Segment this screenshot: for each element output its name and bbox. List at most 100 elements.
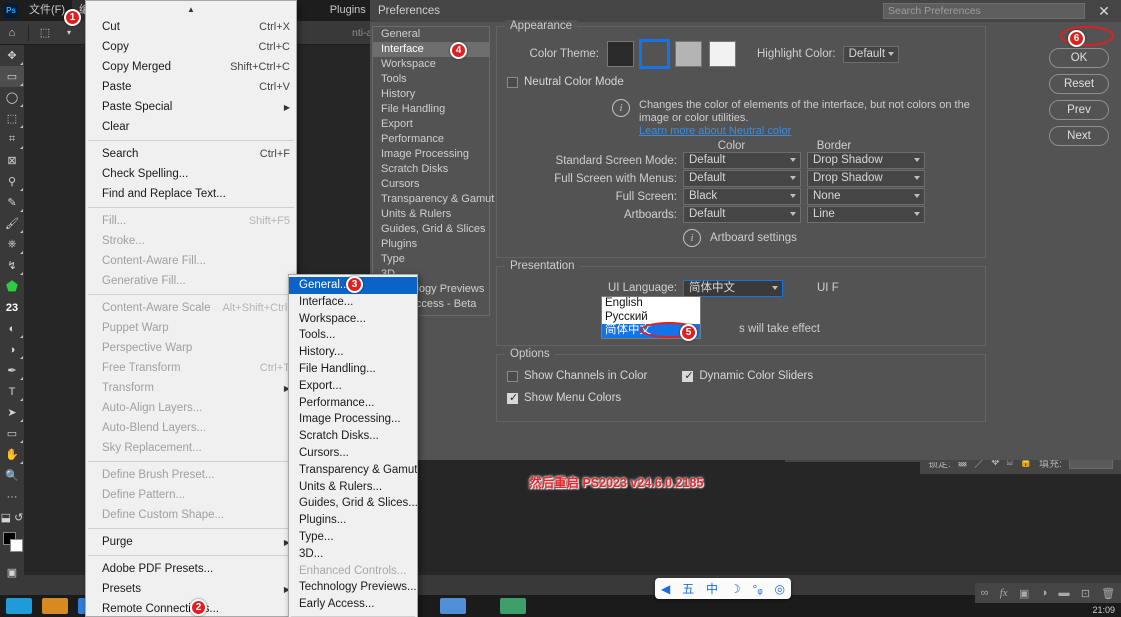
search-preferences-input[interactable]: Search Preferences (883, 3, 1085, 19)
sidebar-item-file-handling[interactable]: File Handling (373, 102, 489, 117)
dynamic-color-sliders-checkbox[interactable] (682, 369, 694, 382)
ime-mode-wubi[interactable]: 五 (682, 580, 694, 597)
tool-edit-toolbar[interactable]: ··· (0, 486, 24, 507)
submenu-item-scratch-disks[interactable]: Scratch Disks... (289, 428, 417, 445)
tool-marquee[interactable]: ▭ (0, 66, 24, 87)
menu-item-free-transform[interactable]: Free Transform Ctrl+T (86, 358, 296, 378)
submenu-item-type[interactable]: Type... (289, 529, 417, 546)
submenu-item-early-access[interactable]: Early Access... (289, 596, 417, 613)
ime-toolbar[interactable]: ◀ 五 中 ☽ °ᵩ ◎ (655, 578, 791, 599)
show-menu-colors-checkbox[interactable] (507, 391, 518, 404)
color-theme-swatch-lightest[interactable] (709, 41, 736, 67)
sidebar-item-type[interactable]: Type (373, 252, 489, 267)
sidebar-item-scratch-disks[interactable]: Scratch Disks (373, 162, 489, 177)
ime-settings-icon[interactable]: ◎ (775, 582, 785, 596)
color-theme-swatch-darkest[interactable] (607, 41, 634, 67)
menu-item-perspective-warp[interactable]: Perspective Warp (86, 338, 296, 358)
neutral-color-mode-checkbox[interactable] (507, 76, 518, 88)
submenu-item-history[interactable]: History... (289, 344, 417, 361)
menu-item-cut[interactable]: Cut Ctrl+X (86, 17, 296, 37)
mask-icon[interactable]: ▣ (1019, 587, 1029, 600)
ui-language-dropdown[interactable]: 简体中文 (683, 279, 783, 297)
menu-item-presets[interactable]: Presets ▶ (86, 579, 296, 599)
sidebar-item-image-processing[interactable]: Image Processing (373, 147, 489, 162)
menu-item-copy-merged[interactable]: Copy Merged Shift+Ctrl+C (86, 57, 296, 77)
sidebar-item-transparency-gamut[interactable]: Transparency & Gamut (373, 192, 494, 207)
artboards-border-dropdown[interactable]: Line (807, 206, 925, 223)
delete-icon[interactable]: 🗑 (1101, 587, 1115, 600)
preferences-buttons[interactable]: OK Reset Prev Next (1049, 48, 1109, 152)
menu-item-content-aware-fill[interactable]: Content-Aware Fill... (86, 251, 296, 271)
tool-zoom[interactable]: 🔍 (0, 465, 24, 486)
foreground-background-color[interactable] (3, 532, 23, 554)
preferences-submenu[interactable]: General... Interface... Workspace... Too… (288, 274, 418, 617)
tool-eyedropper[interactable]: ⚲ (0, 171, 24, 192)
close-icon[interactable]: ✕ (1095, 2, 1113, 20)
sidebar-item-plugins[interactable]: Plugins (373, 237, 489, 252)
taskbar-clock[interactable]: 21:09 (1092, 605, 1115, 615)
tool-path-select[interactable]: ➤ (0, 402, 24, 423)
submenu-item-cursors[interactable]: Cursors... (289, 445, 417, 462)
tool-frame[interactable]: ⊠ (0, 150, 24, 171)
language-option-english[interactable]: English (602, 297, 700, 311)
language-option-russian[interactable]: Русский (602, 311, 700, 325)
submenu-item-units-rulers[interactable]: Units & Rulers... (289, 479, 417, 496)
menu-item-paste-special[interactable]: Paste Special ▶ (86, 97, 296, 117)
submenu-item-workspace[interactable]: Workspace... (289, 311, 417, 328)
submenu-item-image-processing[interactable]: Image Processing... (289, 411, 417, 428)
color-theme-swatch-light[interactable] (675, 41, 702, 67)
tool-crop[interactable]: ⌗ (0, 129, 24, 150)
menu-item-define-pattern[interactable]: Define Pattern... (86, 485, 296, 505)
submenu-item-interface[interactable]: Interface... (289, 294, 417, 311)
menu-item-stroke[interactable]: Stroke... (86, 231, 296, 251)
menu-item-copy[interactable]: Copy Ctrl+C (86, 37, 296, 57)
menu-item-define-brush-preset[interactable]: Define Brush Preset... (86, 465, 296, 485)
color-theme-swatch-dark[interactable] (639, 39, 670, 69)
artboards-color-dropdown[interactable]: Default (683, 206, 801, 223)
full-screen-with-menus-color-dropdown[interactable]: Default (683, 170, 801, 187)
fx-icon[interactable]: fx (1000, 587, 1008, 599)
menu-plugins[interactable]: Plugins (323, 0, 373, 21)
submenu-item-file-handling[interactable]: File Handling... (289, 361, 417, 378)
menu-item-transform[interactable]: Transform ▶ (86, 378, 296, 398)
menu-item-purge[interactable]: Purge ▶ (86, 532, 296, 552)
sidebar-item-cursors[interactable]: Cursors (373, 177, 489, 192)
layers-panel-toolbar[interactable]: ∞ fx ▣ ◑ ▬ ⊡ 🗑 (975, 583, 1121, 603)
submenu-item-tools[interactable]: Tools... (289, 327, 417, 344)
full-screen-color-dropdown[interactable]: Black (683, 188, 801, 205)
tool-eraser-badge[interactable]: ⬟ (0, 276, 24, 297)
menu-item-auto-blend-layers[interactable]: Auto-Blend Layers... (86, 418, 296, 438)
tool-blur[interactable]: ◑ (0, 339, 24, 360)
next-button[interactable]: Next (1049, 126, 1109, 146)
marquee-preset-icon[interactable]: ⬚ (33, 22, 57, 44)
tool-hand[interactable]: ✋ (0, 444, 24, 465)
menu-item-define-custom-shape[interactable]: Define Custom Shape... (86, 505, 296, 525)
tool-clone-stamp[interactable]: ⎈ (0, 234, 24, 255)
preferences-dialog[interactable]: Preferences Search Preferences ✕ General… (370, 0, 1121, 460)
submenu-item-plugins[interactable]: Plugins... (289, 512, 417, 529)
tool-object-select[interactable]: ⬚ (0, 108, 24, 129)
show-channels-in-color-checkbox[interactable] (507, 370, 518, 382)
submenu-item-performance[interactable]: Performance... (289, 395, 417, 412)
submenu-item-export[interactable]: Export... (289, 378, 417, 395)
prev-button[interactable]: Prev (1049, 100, 1109, 120)
standard-screen-mode-color-dropdown[interactable]: Default (683, 152, 801, 169)
menu-item-puppet-warp[interactable]: Puppet Warp (86, 318, 296, 338)
sidebar-item-history[interactable]: History (373, 87, 489, 102)
tool-brush[interactable]: 🖌 (0, 213, 24, 234)
tool-healing-brush[interactable]: ✎ (0, 192, 24, 213)
adjustment-icon[interactable]: ◑ (1041, 587, 1048, 599)
tool-default-colors[interactable]: ⬓ ↺ (0, 507, 24, 528)
submenu-item-guides-grid-slices[interactable]: Guides, Grid & Slices... (289, 495, 417, 512)
tool-move[interactable]: ✥ (0, 45, 24, 66)
group-icon[interactable]: ▬ (1059, 587, 1070, 599)
tool-pen[interactable]: ✒ (0, 360, 24, 381)
taskbar-app-7[interactable] (440, 598, 466, 614)
tool-lasso[interactable]: ◯ (0, 87, 24, 108)
sidebar-item-guides-grid-slices[interactable]: Guides, Grid & Slices (373, 222, 489, 237)
tool-history-brush[interactable]: ↯ (0, 255, 24, 276)
sidebar-item-tools[interactable]: Tools (373, 72, 489, 87)
ok-button[interactable]: OK (1049, 48, 1109, 68)
full-screen-border-dropdown[interactable]: None (807, 188, 925, 205)
ime-voice-icon[interactable]: °ᵩ (753, 582, 763, 596)
